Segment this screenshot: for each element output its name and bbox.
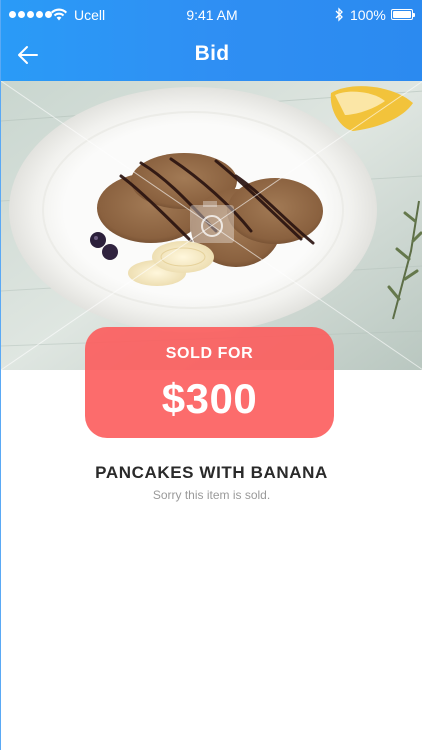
sold-label: SOLD FOR — [165, 345, 254, 362]
battery-icon — [391, 9, 415, 20]
sold-price: $300 — [161, 375, 258, 422]
camera-icon — [190, 201, 234, 243]
item-status-message: Sorry this item is sold. — [152, 488, 271, 502]
page-title: Bid — [194, 42, 230, 65]
header: Ucell 9:41 AM 100% Bid — [1, 0, 422, 81]
status-bar: Ucell 9:41 AM 100% — [1, 0, 422, 30]
sold-badge: SOLD FOR $300 — [85, 327, 334, 438]
navigation-bar: Bid — [1, 30, 422, 81]
bluetooth-icon — [335, 7, 343, 22]
battery-percentage: 100% — [350, 7, 386, 23]
bid-screen: Ucell 9:41 AM 100% Bid SOLD FOR $300 PAN… — [0, 0, 422, 750]
item-title: PANCAKES WITH BANANA — [95, 463, 328, 482]
